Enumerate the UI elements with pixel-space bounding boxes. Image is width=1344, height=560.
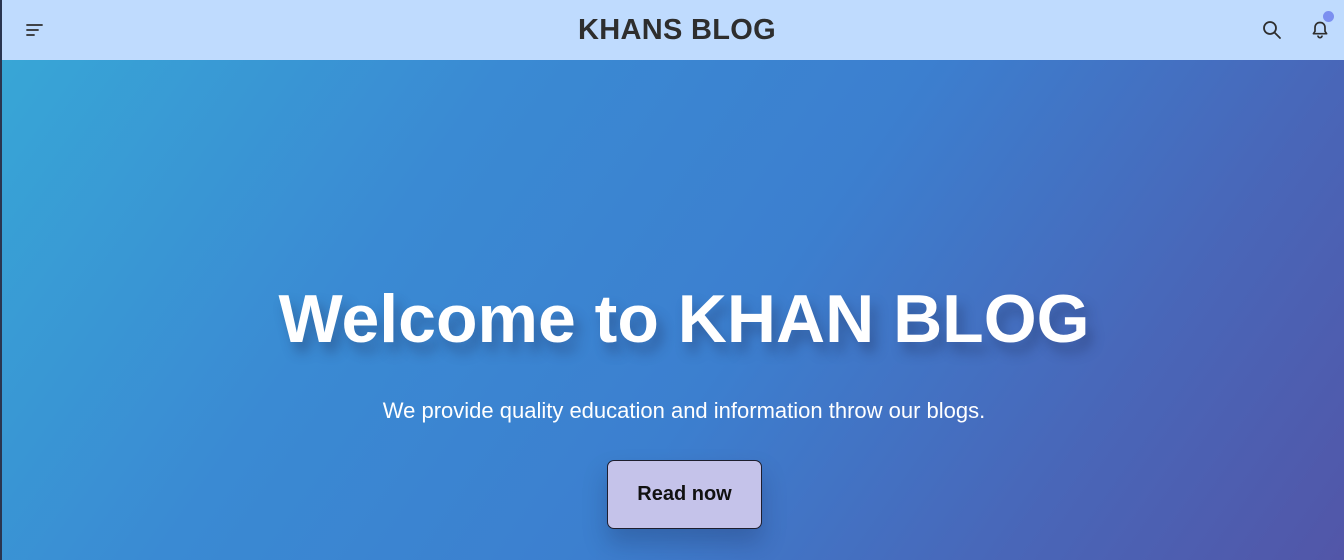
top-navbar: KHANS BLOG	[0, 0, 1344, 60]
search-button[interactable]	[1256, 14, 1288, 46]
hero-title: Welcome to KHAN BLOG	[278, 281, 1090, 357]
bell-icon	[1312, 21, 1328, 39]
menu-icon	[26, 24, 43, 36]
hero-subtitle: We provide quality education and informa…	[382, 398, 986, 423]
read-now-button[interactable]: Read now	[607, 460, 762, 529]
search-icon	[1263, 21, 1281, 39]
notification-dot	[1323, 11, 1334, 22]
notifications-button[interactable]	[1304, 11, 1336, 46]
site-title[interactable]: KHANS BLOG	[578, 14, 776, 47]
menu-button[interactable]	[19, 14, 51, 46]
hero-section: Welcome to KHAN BLOG We provide quality …	[0, 60, 1344, 560]
